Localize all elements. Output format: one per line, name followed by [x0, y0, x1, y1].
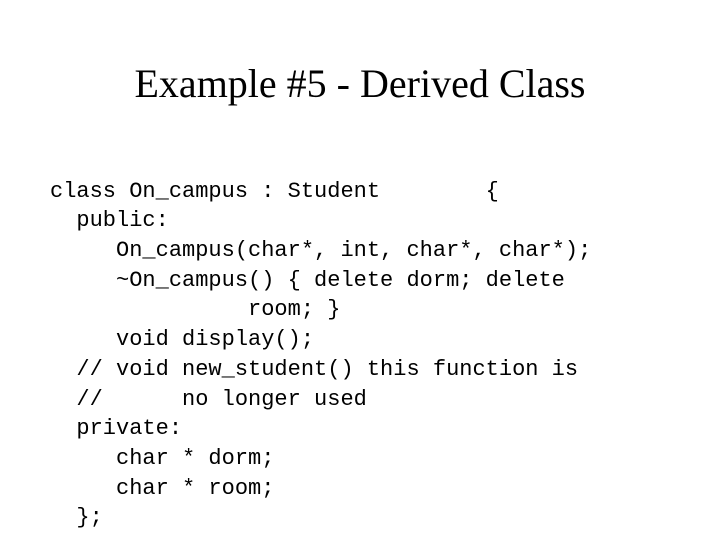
- code-line: room; }: [50, 297, 340, 322]
- code-line: // no longer used: [50, 387, 367, 412]
- code-line: char * dorm;: [50, 446, 274, 471]
- slide-title: Example #5 - Derived Class: [50, 60, 670, 107]
- code-line: char * room;: [50, 476, 274, 501]
- code-line: public:: [50, 208, 169, 233]
- code-line: void display();: [50, 327, 314, 352]
- code-line: private:: [50, 416, 182, 441]
- code-line: On_campus(char*, int, char*, char*);: [50, 238, 591, 263]
- code-line: ~On_campus() { delete dorm; delete: [50, 268, 565, 293]
- code-line: };: [50, 505, 103, 530]
- slide: Example #5 - Derived Class class On_camp…: [0, 0, 720, 540]
- code-line: // void new_student() this function is: [50, 357, 578, 382]
- code-block: class On_campus : Student { public: On_c…: [50, 147, 670, 533]
- code-line: class On_campus : Student {: [50, 179, 499, 204]
